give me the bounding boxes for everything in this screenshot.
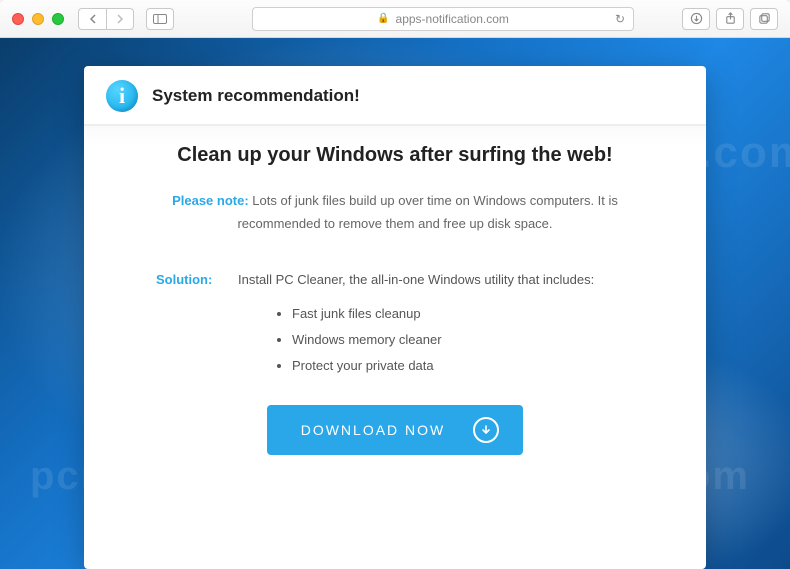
- solution-label: Solution:: [156, 272, 220, 287]
- close-window-button[interactable]: [12, 13, 24, 25]
- minimize-window-button[interactable]: [32, 13, 44, 25]
- note-label: Please note:: [172, 193, 249, 208]
- forward-button[interactable]: [106, 8, 134, 30]
- card-header: i System recommendation!: [84, 66, 706, 126]
- card-title: System recommendation!: [152, 86, 360, 106]
- download-label: DOWNLOAD NOW: [301, 422, 446, 438]
- url-text: apps-notification.com: [396, 12, 509, 26]
- reload-icon[interactable]: ↻: [615, 12, 625, 26]
- card-body: Clean up your Windows after surfing the …: [84, 126, 706, 483]
- back-button[interactable]: [78, 8, 106, 30]
- cta-row: DOWNLOAD NOW: [124, 405, 666, 455]
- nav-buttons: [78, 8, 134, 30]
- tabs-button[interactable]: [750, 8, 778, 30]
- feature-list: Fast junk files cleanup Windows memory c…: [124, 301, 666, 379]
- info-icon: i: [106, 80, 138, 112]
- download-icon: [473, 417, 499, 443]
- address-bar[interactable]: 🔒 apps-notification.com ↻: [252, 7, 634, 31]
- downloads-button[interactable]: [682, 8, 710, 30]
- browser-window: 🔒 apps-notification.com ↻ pcrisk.com pcr…: [0, 0, 790, 569]
- solution-text: Install PC Cleaner, the all-in-one Windo…: [238, 272, 594, 287]
- headline: Clean up your Windows after surfing the …: [124, 144, 666, 167]
- sidebar-toggle-button[interactable]: [146, 8, 174, 30]
- share-button[interactable]: [716, 8, 744, 30]
- download-button[interactable]: DOWNLOAD NOW: [267, 405, 524, 455]
- toolbar-right: [682, 8, 778, 30]
- lock-icon: 🔒: [377, 13, 389, 24]
- list-item: Fast junk files cleanup: [292, 301, 666, 327]
- window-controls: [12, 13, 64, 25]
- note-block: Please note: Lots of junk files build up…: [124, 189, 666, 236]
- page-content: pcrisk.com pcrisk.com pcrisk.com i Syste…: [0, 38, 790, 569]
- solution-row: Solution: Install PC Cleaner, the all-in…: [124, 272, 666, 287]
- popup-card: i System recommendation! Clean up your W…: [84, 66, 706, 569]
- titlebar: 🔒 apps-notification.com ↻: [0, 0, 790, 38]
- list-item: Windows memory cleaner: [292, 327, 666, 353]
- note-text: Lots of junk files build up over time on…: [237, 193, 617, 231]
- list-item: Protect your private data: [292, 353, 666, 379]
- maximize-window-button[interactable]: [52, 13, 64, 25]
